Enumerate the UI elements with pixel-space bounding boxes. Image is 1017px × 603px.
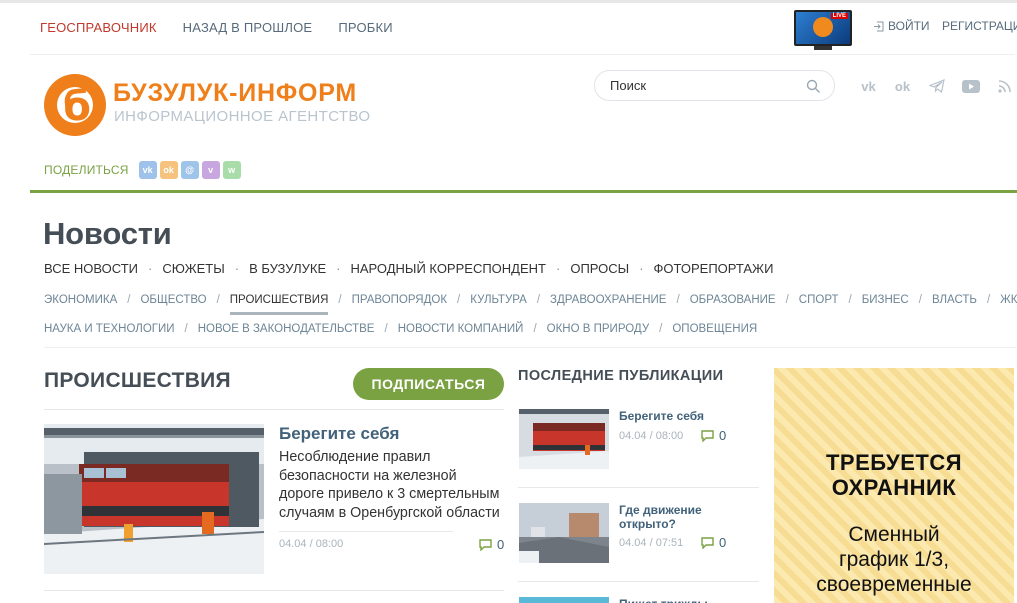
share-whatsapp-icon[interactable]: w [222, 161, 241, 179]
latest-item-date: 04.04 / 08:00 [619, 430, 684, 442]
article-title[interactable]: Берегите себя [279, 424, 399, 444]
section-divider [44, 409, 504, 410]
nav-back-to-past[interactable]: НАЗАД В ПРОШЛОЕ [183, 20, 313, 35]
category-link[interactable]: КУЛЬТУРА [470, 294, 527, 306]
comment-icon [701, 429, 714, 442]
latest-item-title[interactable]: Берегите себя [619, 409, 759, 423]
main-nav-item[interactable]: НАРОДНЫЙ КОРРЕСПОНДЕНТ [350, 261, 546, 276]
category-link[interactable]: ПРАВОПОРЯДОК [352, 294, 447, 306]
comment-count: 0 [719, 535, 727, 550]
rss-icon[interactable] [994, 77, 1015, 95]
login-icon [874, 21, 884, 31]
top-nav: ГЕОСПРАВОЧНИК НАЗАД В ПРОШЛОЕ ПРОБКИ [40, 20, 393, 35]
share-viber-icon[interactable]: v [201, 161, 220, 179]
category-link[interactable]: ОБРАЗОВАНИЕ [690, 294, 776, 306]
latest-publications-title: ПОСЛЕДНИЕ ПУБЛИКАЦИИ [518, 368, 724, 384]
telegram-icon[interactable] [926, 77, 947, 95]
share-vk-icon[interactable]: vk [138, 161, 157, 179]
latest-item-title[interactable]: Пишет трижды почетно-за [619, 597, 754, 603]
tv-stand [814, 46, 832, 50]
comment-count: 0 [719, 428, 727, 443]
main-nav-item[interactable]: СЮЖЕТЫ [162, 261, 224, 276]
comment-count: 0 [497, 537, 505, 552]
site-brand-name[interactable]: БУЗУЛУК-ИНФОРМ [113, 79, 357, 108]
article-comments[interactable]: 0 [479, 537, 504, 552]
latest-thumbnail[interactable] [519, 503, 609, 563]
nav-traffic[interactable]: ПРОБКИ [338, 20, 393, 35]
category-link[interactable]: ЖКХ [1000, 294, 1017, 306]
green-divider [30, 190, 1017, 193]
banner-line: график 1/3, [838, 548, 950, 571]
banner-body: Сменный график 1/3, своевременные [774, 522, 1014, 597]
main-nav-item[interactable]: ОПРОСЫ [570, 261, 629, 276]
banner-line: ТРЕБУЕТСЯ [825, 450, 963, 475]
search-box [594, 70, 835, 101]
nav-divider [44, 347, 1016, 348]
social-links: vk ok [858, 77, 1015, 95]
share-moimir-icon[interactable]: @ [180, 161, 199, 179]
main-nav-item[interactable]: ФОТОРЕПОРТАЖИ [654, 261, 774, 276]
banner-line: своевременные [816, 573, 972, 596]
article-divider [44, 590, 504, 591]
header-divider [30, 54, 1015, 55]
share-bar: ПОДЕЛИТЬСЯ vk ok @ v w [44, 161, 241, 179]
latest-thumbnail[interactable] [519, 409, 609, 469]
latest-item-title[interactable]: Где движение открыто? [619, 503, 759, 531]
latest-item-date: 04.04 / 07:51 [619, 537, 684, 549]
article-date: 04.04 / 08:00 [279, 538, 344, 550]
category-link[interactable]: ВЛАСТЬ [932, 294, 977, 306]
category-link[interactable]: НОВОЕ В ЗАКОНОДАТЕЛЬСТВЕ [198, 323, 375, 335]
subscribe-button[interactable]: ПОДПИСАТЬСЯ [353, 368, 504, 400]
category-link[interactable]: ОБЩЕСТВО [140, 294, 206, 306]
latest-item-comments[interactable]: 0 [701, 535, 726, 550]
main-nav-item[interactable]: В БУЗУЛУКЕ [249, 261, 326, 276]
banner-headline: ТРЕБУЕТСЯ ОХРАННИК [774, 450, 1014, 500]
share-label: ПОДЕЛИТЬСЯ [44, 163, 129, 177]
category-link[interactable]: СПОРТ [799, 294, 839, 306]
live-tv-button[interactable]: LIVE [794, 10, 852, 50]
category-link-active[interactable]: ПРОИСШЕСТВИЯ [229, 294, 328, 315]
category-link[interactable]: ЭКОНОМИКА [44, 294, 117, 306]
latest-divider [518, 487, 759, 488]
live-badge: LIVE [830, 13, 848, 19]
latest-divider [518, 581, 759, 582]
site-tagline: ИНФОРМАЦИОННОЕ АГЕНТСТВО [114, 108, 371, 125]
article-meta-divider [279, 531, 453, 532]
article-lead: Несоблюдение правил безопасности на желе… [279, 449, 500, 521]
category-link[interactable]: ОПОВЕЩЕНИЯ [672, 323, 757, 335]
youtube-icon[interactable] [960, 77, 981, 95]
main-nav: ВСЕ НОВОСТИ · СЮЖЕТЫ · В БУЗУЛУКЕ · НАРОДНЫ… [44, 261, 774, 276]
login-label: ВОЙТИ [888, 19, 930, 33]
category-nav-row-2: НАУКА И ТЕХНОЛОГИИ / НОВОЕ В ЗАКОНОДАТЕЛЬ… [44, 323, 758, 335]
ad-banner[interactable]: ТРЕБУЕТСЯ ОХРАННИК Сменный график 1/3, с… [774, 368, 1014, 603]
category-link[interactable]: БИЗНЕС [862, 294, 909, 306]
tv-logo-icon [813, 17, 833, 37]
category-link[interactable]: НАУКА И ТЕХНОЛОГИИ [44, 323, 175, 335]
category-link[interactable]: ЗДРАВООХРАНЕНИЕ [550, 294, 666, 306]
login-link[interactable]: ВОЙТИ [873, 19, 930, 33]
nav-geo-directory[interactable]: ГЕОСПРАВОЧНИК [40, 20, 157, 35]
site-logo-icon[interactable]: б [44, 74, 106, 136]
top-border [0, 0, 1017, 3]
comment-icon [701, 536, 714, 549]
category-nav-row-1: ЭКОНОМИКА / ОБЩЕСТВО / ПРОИСШЕСТВИЯ / ПРАВО… [44, 294, 1017, 315]
latest-item-comments[interactable]: 0 [701, 428, 726, 443]
vk-icon[interactable]: vk [858, 77, 879, 95]
share-odnoklassniki-icon[interactable]: ok [159, 161, 178, 179]
search-icon[interactable] [806, 79, 821, 94]
odnoklassniki-icon[interactable]: ok [892, 77, 913, 95]
banner-line: Сменный [848, 523, 940, 546]
main-nav-item[interactable]: ВСЕ НОВОСТИ [44, 261, 138, 276]
banner-line: ОХРАННИК [831, 475, 957, 500]
article-thumbnail[interactable] [44, 424, 264, 574]
category-link[interactable]: ОКНО В ПРИРОДУ [547, 323, 650, 335]
section-title: ПРОИСШЕСТВИЯ [44, 369, 231, 392]
category-link[interactable]: НОВОСТИ КОМПАНИЙ [398, 323, 524, 335]
latest-thumbnail[interactable] [519, 597, 609, 603]
search-input[interactable] [610, 78, 800, 93]
comment-icon [479, 538, 492, 551]
page-title: Новости [43, 216, 172, 251]
register-link[interactable]: РЕГИСТРАЦИЯ [942, 19, 1017, 33]
